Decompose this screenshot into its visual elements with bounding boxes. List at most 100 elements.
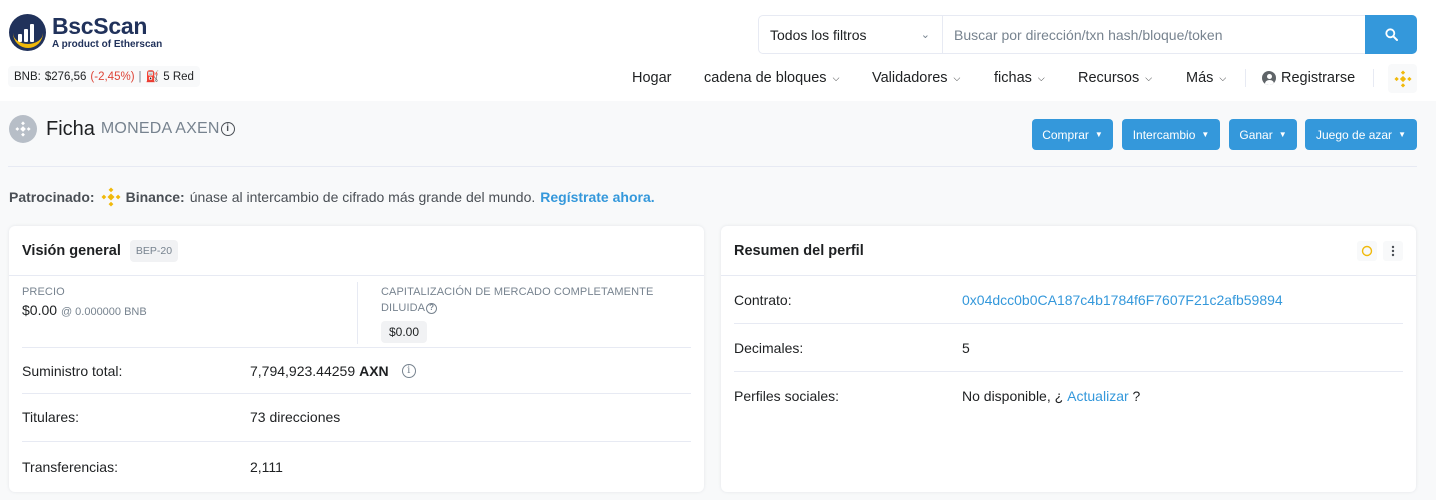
title-divider (8, 166, 1417, 167)
chevron-down-icon: ⌄ (920, 29, 930, 41)
profile-header-actions (1357, 241, 1403, 261)
exchange-button-label: Intercambio (1132, 127, 1196, 142)
overview-card-header: Visión general BEP-20 (9, 226, 704, 276)
price-label: PRECIO (22, 286, 65, 298)
info-icon[interactable]: i (401, 363, 416, 378)
social-profiles-status: No disponible, ¿ (962, 387, 1064, 404)
token-standard-badge: BEP-20 (129, 239, 179, 262)
status-button[interactable] (1357, 241, 1377, 261)
nav-blockchain[interactable]: cadena de bloques ⌵ (704, 64, 839, 92)
nav-blockchain-label: cadena de bloques (704, 70, 827, 86)
nav-divider (1373, 69, 1374, 87)
contract-row: Contrato: 0x04dcc0b0CA187c4b1784f6F7607F… (734, 276, 1403, 324)
caret-down-icon: ⌵ (832, 72, 840, 83)
bnb-logo-icon (1393, 69, 1412, 88)
caret-down-icon: ▼ (1201, 130, 1210, 139)
circle-icon (1361, 245, 1373, 257)
sponsor-text: únase al intercambio de cifrado más gran… (189, 189, 536, 205)
transfers-value: 2,111 (250, 458, 283, 475)
caret-down-icon: ⌵ (1037, 72, 1045, 83)
exchange-button[interactable]: Intercambio ▼ (1122, 119, 1220, 150)
user-circle-icon (1262, 71, 1276, 85)
nav-more[interactable]: Más ⌵ (1186, 64, 1226, 92)
nav-more-label: Más (1186, 70, 1214, 86)
nav-tokens[interactable]: fichas ⌵ (994, 64, 1045, 92)
nav-resources[interactable]: Recursos ⌵ (1078, 64, 1152, 92)
nav-validators[interactable]: Validadores ⌵ (872, 64, 960, 92)
market-cap-section: CAPITALIZACIÓN DE MERCADO COMPLETAMENTE … (381, 284, 681, 343)
profile-summary-card: Resumen del perfil Contrato: 0x04dcc0b0C… (721, 226, 1416, 492)
market-cap-label: CAPITALIZACIÓN DE MERCADO COMPLETAMENTE … (381, 286, 654, 314)
bscscan-logo-icon (9, 14, 46, 51)
buy-button-label: Comprar (1042, 127, 1089, 142)
search-filter-select[interactable]: Todos los filtros ⌄ (759, 16, 943, 53)
decimals-row: Decimales: 5 (734, 323, 1403, 371)
main-nav: Hogar cadena de bloques ⌵ Validadores ⌵ … (0, 64, 1436, 92)
price-value-row: $0.00 @ 0.000000 BNB (22, 302, 147, 318)
caret-down-icon: ⌵ (1145, 72, 1153, 83)
caret-down-icon: ▼ (1278, 130, 1287, 139)
total-supply-row: Suministro total: 7,794,923.44259 AXN i (22, 347, 691, 393)
nav-divider (1245, 69, 1246, 87)
transfers-label: Transferencias: (22, 458, 118, 475)
profile-card-header: Resumen del perfil (721, 226, 1416, 276)
decimals-label: Decimales: (734, 339, 804, 356)
caret-down-icon: ▼ (1398, 130, 1406, 139)
sponsored-banner: Patrocinado: Binance: únase al intercamb… (9, 187, 655, 207)
profile-title: Resumen del perfil (734, 242, 864, 259)
site-header: BscScan A product of Etherscan BNB: $276… (0, 0, 1436, 101)
earn-button-label: Ganar (1239, 127, 1273, 142)
logo-subtitle: A product of Etherscan (52, 39, 163, 50)
token-symbol: AXN (359, 362, 389, 379)
logo-name: BscScan (52, 13, 148, 39)
caret-down-icon: ⌵ (953, 72, 961, 83)
nav-validators-label: Validadores (872, 70, 948, 86)
binance-logo-icon (101, 187, 121, 207)
search-bar: Todos los filtros ⌄ (758, 15, 1417, 54)
nav-register[interactable]: Registrarse (1262, 64, 1355, 92)
bnb-network-button[interactable] (1388, 64, 1417, 93)
overview-card: Visión general BEP-20 PRECIO $0.00 @ 0.0… (9, 226, 704, 492)
sponsor-cta-link[interactable]: Regístrate ahora. (540, 189, 654, 205)
nav-tokens-label: fichas (994, 70, 1032, 86)
search-button[interactable] (1365, 15, 1417, 54)
nav-resources-label: Recursos (1078, 70, 1140, 86)
sponsor-label: Patrocinado: (9, 189, 95, 205)
total-supply-value: 7,794,923.44259 (250, 362, 356, 379)
question-icon[interactable]: ? (426, 302, 438, 314)
overview-title: Visión general (22, 242, 121, 259)
decimals-value: 5 (962, 339, 970, 356)
social-profiles-row: Perfiles sociales: No disponible, ¿ Actu… (734, 371, 1403, 419)
social-profiles-suffix: ? (1128, 387, 1141, 404)
price-section: PRECIO $0.00 @ 0.000000 BNB (22, 284, 147, 318)
update-profile-link[interactable]: Actualizar (1067, 388, 1128, 404)
search-icon (1384, 28, 1398, 41)
action-buttons: Comprar ▼ Intercambio ▼ Ganar ▼ Juego de… (0, 119, 1436, 150)
transfers-row: Transferencias: 2,111 (22, 441, 691, 491)
vertical-dots-icon (1391, 245, 1395, 257)
buy-button[interactable]: Comprar ▼ (1032, 119, 1113, 150)
bscscan-logo[interactable]: BscScan A product of Etherscan (9, 14, 162, 51)
contract-label: Contrato: (734, 292, 792, 308)
contract-address-link[interactable]: 0x04dcc0b0CA187c4b1784f6F7607F21c2afb598… (962, 292, 1283, 308)
price-value: $0.00 (22, 302, 58, 318)
holders-row: Titulares: 73 direcciones (22, 393, 691, 439)
market-cap-value: $0.00 (381, 321, 428, 343)
search-input[interactable] (943, 16, 1365, 53)
search-filter-value: Todos los filtros (770, 26, 867, 43)
more-options-button[interactable] (1383, 241, 1403, 261)
holders-value: 73 direcciones (250, 408, 341, 425)
nav-register-label: Registrarse (1281, 70, 1356, 86)
gaming-button-label: Juego de azar (1316, 127, 1393, 142)
earn-button[interactable]: Ganar ▼ (1229, 119, 1297, 150)
price-bnb: @ 0.000000 BNB (60, 306, 147, 318)
gaming-button[interactable]: Juego de azar ▼ (1305, 119, 1417, 150)
holders-label: Titulares: (22, 408, 80, 425)
caret-down-icon: ⌵ (1219, 72, 1227, 83)
nav-home[interactable]: Hogar (632, 64, 672, 92)
sponsor-brand: Binance: (125, 189, 185, 205)
social-profiles-label: Perfiles sociales: (734, 387, 840, 404)
overview-divider (357, 282, 358, 344)
total-supply-label: Suministro total: (22, 362, 123, 379)
caret-down-icon: ▼ (1094, 130, 1103, 139)
